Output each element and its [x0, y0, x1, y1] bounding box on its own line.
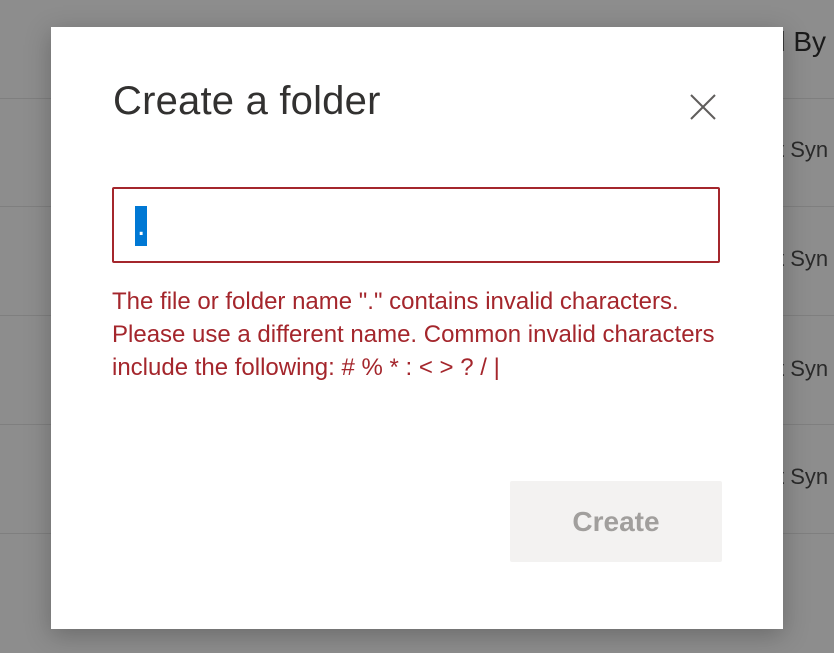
list-item-modified-by: t Syn — [778, 464, 829, 489]
list-item-modified-by: t Syn — [778, 246, 829, 271]
create-folder-dialog: Create a folder . The file or folder nam… — [51, 27, 783, 629]
folder-name-input[interactable] — [114, 189, 718, 261]
close-icon — [690, 94, 716, 120]
list-item-modified-by: t Syn — [778, 137, 829, 162]
close-button[interactable] — [681, 85, 725, 129]
error-message: The file or folder name "." contains inv… — [112, 288, 715, 381]
dialog-title: Create a folder — [113, 79, 381, 123]
folder-name-field[interactable]: . — [112, 187, 720, 263]
create-button[interactable]: Create — [510, 481, 722, 562]
list-item-modified-by: t Syn — [778, 356, 829, 381]
selected-input-text: . — [135, 206, 148, 246]
